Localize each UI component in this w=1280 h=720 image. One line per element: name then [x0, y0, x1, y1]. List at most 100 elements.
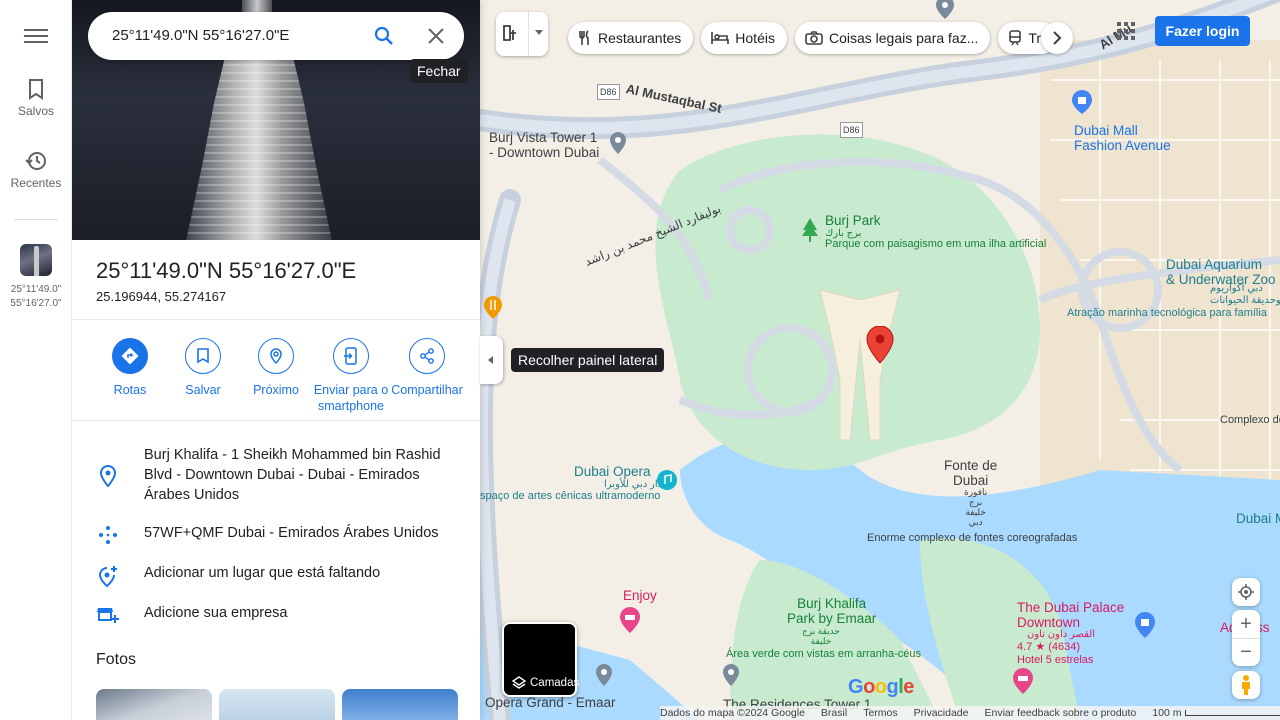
hotel-marker-icon[interactable]: [1013, 668, 1033, 694]
layers-label: Camadas: [530, 677, 580, 689]
poi-burj-khalifa-park[interactable]: Burj Khalifa Park by Emaar: [787, 596, 876, 626]
address-row[interactable]: Burj Khalifa - 1 Sheikh Mohammed bin Ras…: [72, 445, 480, 505]
photo-thumbnail[interactable]: [96, 689, 212, 720]
divider: [72, 420, 480, 421]
building-marker-icon[interactable]: [596, 664, 612, 688]
terms-link[interactable]: Termos: [863, 707, 897, 719]
search-icon[interactable]: [374, 26, 394, 51]
shopping-marker-icon[interactable]: [1135, 612, 1155, 638]
privacy-link[interactable]: Privacidade: [914, 707, 969, 719]
poi-enjoy[interactable]: Enjoy: [623, 588, 657, 603]
menu-icon[interactable]: [24, 26, 48, 46]
save-label: Salvar: [185, 383, 221, 397]
send-to-phone-label: Enviar para o smartphone: [313, 383, 389, 413]
my-location-control: [1232, 578, 1260, 606]
zoom-control: + −: [1232, 610, 1260, 666]
shopping-marker-icon[interactable]: [1072, 90, 1092, 114]
building-marker-icon[interactable]: [936, 0, 954, 20]
history-icon: [25, 152, 46, 170]
add-place-text: Adicionar um lugar que está faltando: [144, 565, 381, 581]
transit-button[interactable]: [496, 12, 548, 56]
share-label: Compartilhar: [391, 383, 463, 397]
rail-saved[interactable]: Salvos: [0, 78, 72, 118]
chevron-right-icon[interactable]: [1041, 22, 1073, 54]
building-marker-icon[interactable]: [610, 132, 626, 154]
collapse-panel-button[interactable]: [480, 336, 503, 384]
pegman-icon[interactable]: [1232, 671, 1260, 699]
add-business-text: Adicione sua empresa: [144, 605, 288, 621]
photos-heading: Fotos: [96, 651, 137, 668]
plus-code-text: 57WF+QMF Dubai - Emirados Árabes Unidos: [144, 525, 439, 541]
place-title: 25°11'49.0"N 55°16'27.0"E: [96, 258, 357, 283]
rail-recents[interactable]: Recentes: [0, 150, 72, 190]
restaurant-marker-icon[interactable]: [484, 296, 502, 320]
poi-dubai-fountain-desc: Enorme complexo de fontes coreografadas: [867, 532, 1078, 544]
restaurant-icon: [579, 30, 589, 45]
tower-shape: [184, 40, 334, 240]
transit-icon: [503, 25, 516, 41]
chip-restaurants[interactable]: Restaurantes: [568, 22, 694, 54]
zoom-out-icon[interactable]: −: [1232, 638, 1260, 666]
add-business-row[interactable]: Adicione sua empresa: [72, 603, 480, 625]
share-button[interactable]: Compartilhar: [386, 338, 468, 398]
poi-aquarium-arabic: دبي أكواريوم وحديقة الحيوانات: [1210, 283, 1280, 306]
nearby-label: Próximo: [253, 383, 299, 397]
street-view-control: [1232, 671, 1260, 699]
chip-things-to-do[interactable]: Coisas legais para faz...: [794, 22, 991, 54]
decimal-coordinates: 25.196944, 55.274167: [96, 289, 227, 304]
building-marker-icon[interactable]: [723, 664, 739, 688]
login-button[interactable]: Fazer login: [1155, 16, 1250, 46]
road-shield: D86: [840, 122, 863, 138]
add-location-icon: [98, 566, 117, 587]
park-marker-icon[interactable]: [801, 218, 819, 244]
add-place-row[interactable]: Adicionar um lugar que está faltando: [72, 563, 480, 587]
layers-button[interactable]: Camadas: [502, 622, 580, 697]
address-text: Burj Khalifa - 1 Sheikh Mohammed bin Ras…: [144, 447, 441, 503]
recent-place-thumbnail[interactable]: [20, 244, 52, 276]
country-link[interactable]: Brasil: [821, 707, 847, 719]
directions-label: Rotas: [113, 383, 147, 397]
directions-button[interactable]: Rotas: [94, 338, 166, 398]
scale-bar[interactable]: 100 m: [1152, 707, 1280, 719]
nearby-button[interactable]: Próximo: [240, 338, 312, 398]
road-shield: D86: [597, 84, 620, 100]
feedback-link[interactable]: Enviar feedback sobre o produto: [985, 707, 1137, 719]
map-label: Complexo de: [1220, 414, 1280, 426]
apps-grid-icon[interactable]: [1117, 22, 1135, 40]
left-rail: Salvos Recentes 25°11'49.0" 55°16'27.0": [0, 0, 72, 720]
close-tooltip: Fechar: [410, 59, 468, 83]
map-footer: Dados do mapa ©2024 Google Brasil Termos…: [660, 706, 1280, 720]
rail-recents-label: Recentes: [10, 176, 62, 190]
chevron-down-icon[interactable]: [528, 12, 548, 56]
chip-hotels[interactable]: Hotéis: [701, 22, 787, 54]
search-input[interactable]: 25°11'49.0"N 55°16'27.0"E: [112, 27, 289, 44]
poi-dubai-palace[interactable]: The Dubai Palace Downtown: [1017, 600, 1124, 630]
poi-burj-khalifa-park-arabic: حديقة برج خليفة: [802, 626, 840, 646]
poi-dubai-opera[interactable]: Dubai Opera: [574, 464, 651, 479]
recent-place-line1: 25°11'49.0": [10, 284, 62, 295]
my-location-icon[interactable]: [1232, 578, 1260, 606]
send-to-phone-button[interactable]: Enviar para o smartphone: [313, 338, 389, 414]
poi-dubai-palace-desc: Hotel 5 estrelas: [1017, 654, 1094, 666]
close-icon[interactable]: [426, 26, 446, 51]
directions-icon: [121, 347, 139, 365]
category-chips: Restaurantes Hotéis Coisas legais para f…: [568, 22, 1059, 54]
poi-dubai-mall[interactable]: Dubai Mall Fashion Avenue: [1074, 123, 1171, 153]
plus-code-row[interactable]: 57WF+QMF Dubai - Emirados Árabes Unidos: [72, 523, 480, 545]
poi-burj-vista[interactable]: Burj Vista Tower 1 - Downtown Dubai: [489, 130, 599, 160]
location-pin-icon[interactable]: [866, 326, 894, 364]
save-button[interactable]: Salvar: [167, 338, 239, 398]
map-label: Dubai M: [1236, 511, 1280, 526]
zoom-in-icon[interactable]: +: [1232, 610, 1260, 638]
poi-burj-park[interactable]: Burj Park: [825, 213, 881, 228]
search-box[interactable]: 25°11'49.0"N 55°16'27.0"E: [88, 12, 464, 60]
nearby-icon: [270, 348, 282, 365]
photo-thumbnail[interactable]: [219, 689, 335, 720]
hotel-marker-icon[interactable]: [620, 607, 640, 633]
photo-thumbnail[interactable]: [342, 689, 458, 720]
poi-aquarium-desc: Atração marinha tecnológica para família: [1067, 307, 1267, 319]
music-marker-icon[interactable]: [657, 470, 677, 490]
chip-label: Coisas legais para faz...: [828, 30, 979, 46]
poi-dubai-fountain[interactable]: Fonte de Dubai: [944, 458, 997, 488]
rail-saved-label: Salvos: [17, 104, 55, 118]
